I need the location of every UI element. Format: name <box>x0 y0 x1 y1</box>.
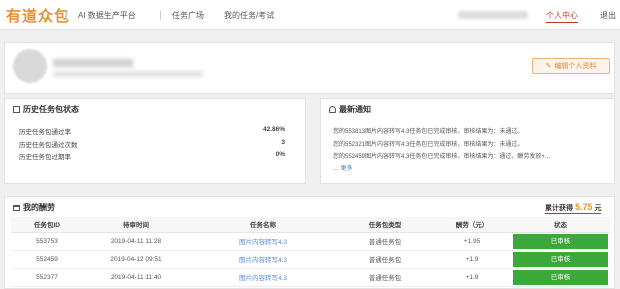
nav-link-task-square[interactable]: 任务广场 <box>172 10 204 21</box>
status-badge: 已审核 <box>513 233 608 249</box>
top-navigation-bar: 有道众包 AI 数据生产平台 任务广场 我的任务/考试 个人中心 退出 <box>0 0 620 30</box>
earnings-title: 我的酬劳 <box>13 202 55 213</box>
history-value: 0% <box>275 151 285 158</box>
nav-link-ai-platform[interactable]: AI 数据生产平台 <box>78 10 136 21</box>
column-header: 任务包ID <box>11 217 83 233</box>
pay-cell: +1.95 <box>433 232 511 251</box>
status-badge: 已审核 <box>513 251 608 267</box>
task-type-cell: 普通任务包 <box>337 268 433 287</box>
notification-item[interactable]: 您的552459图片内容转写4.3任务包已完成审核，审核结果为：通过，酬劳发放+… <box>333 151 605 160</box>
notifications-title: 最新通知 <box>329 104 371 115</box>
history-label: 历史任务包通过率 <box>19 129 71 136</box>
task-id-cell: 552459 <box>11 250 83 269</box>
notification-footer: … 更多 <box>333 163 605 172</box>
status-cell: 已审核 <box>511 232 610 251</box>
notification-item[interactable]: 您的552321图片内容转写4.3任务包已完成审核，审核结果为：未通过。 <box>333 139 605 148</box>
history-row: 历史任务包过期率 0% <box>19 151 285 161</box>
avatar <box>13 49 47 83</box>
task-id-cell: 552377 <box>11 268 83 287</box>
time-cell: 2019-04-12 09:51 <box>83 250 189 269</box>
status-cell: 已审核 <box>511 268 610 287</box>
site-logo[interactable]: 有道众包 <box>6 5 70 26</box>
task-name-link[interactable]: 图片内容转写4.3 <box>189 250 337 269</box>
column-header: 任务包类型 <box>337 217 433 233</box>
ellipsis: … <box>333 166 339 172</box>
history-label: 历史任务包过期率 <box>19 154 71 161</box>
nav-link-user-center[interactable]: 个人中心 <box>546 10 578 23</box>
history-status-panel: 历史任务包状态 历史任务包通过率 42.86% 历史任务包通过次数 3 历史任务… <box>4 98 306 184</box>
time-cell: 2019-04-11 11:40 <box>83 268 189 287</box>
total-earnings-unit: 元 <box>594 205 602 212</box>
username-redacted <box>458 11 528 19</box>
task-name-link[interactable]: 图片内容转写4.3 <box>189 268 337 287</box>
column-header: 任务名称 <box>189 217 337 233</box>
pay-cell: +1.9 <box>433 268 511 287</box>
earnings-panel: 我的酬劳 累计获得 5.75 元 任务包ID 待审时间 任务名称 任务包类型 酬… <box>4 196 615 289</box>
table-row: 553753 2019-04-11 11:28 图片内容转写4.3 普通任务包 … <box>11 232 610 251</box>
logout-link[interactable]: 退出 <box>600 10 616 21</box>
column-header: 待审时间 <box>83 217 189 233</box>
pay-cell: +1.9 <box>433 250 511 269</box>
nav-divider <box>66 11 67 20</box>
history-row: 历史任务包通过率 42.86% <box>19 126 285 136</box>
bell-icon <box>329 106 336 113</box>
user-name-redacted <box>53 59 133 67</box>
edit-profile-label: 编辑个人资料 <box>554 63 597 70</box>
total-earnings-label: 累计获得 <box>545 205 573 212</box>
history-status-title: 历史任务包状态 <box>13 104 79 115</box>
document-icon <box>13 106 20 113</box>
edit-icon: ✎ <box>545 63 552 70</box>
edit-profile-button[interactable]: ✎ 编辑个人资料 <box>532 58 610 74</box>
task-type-cell: 普通任务包 <box>337 250 433 269</box>
history-value: 42.86% <box>262 126 285 133</box>
notifications-panel: 最新通知 您的553813图片内容转写4.3任务包已完成审核，审核结果为：未通过… <box>320 98 615 184</box>
earnings-table: 任务包ID 待审时间 任务名称 任务包类型 酬劳（元） 状态 553753 20… <box>11 217 610 287</box>
time-cell: 2019-04-11 11:28 <box>83 232 189 251</box>
nav-link-my-tasks[interactable]: 我的任务/考试 <box>224 10 274 21</box>
package-icon <box>13 204 20 211</box>
table-row: 552459 2019-04-12 09:51 图片内容转写4.3 普通任务包 … <box>11 250 610 269</box>
history-value: 3 <box>281 139 285 146</box>
nav-divider <box>160 11 161 20</box>
total-earnings: 累计获得 5.75 元 <box>545 202 602 214</box>
status-cell: 已审核 <box>511 250 610 269</box>
task-name-link[interactable]: 图片内容转写4.3 <box>189 232 337 251</box>
profile-card: ✎ 编辑个人资料 <box>4 42 615 94</box>
history-label: 历史任务包通过次数 <box>19 142 78 149</box>
column-header: 酬劳（元） <box>433 217 511 233</box>
column-header: 状态 <box>511 217 610 233</box>
task-type-cell: 普通任务包 <box>337 232 433 251</box>
notification-item[interactable]: 您的553813图片内容转写4.3任务包已完成审核，审核结果为：未通过。 <box>333 126 605 135</box>
table-header-row: 任务包ID 待审时间 任务名称 任务包类型 酬劳（元） 状态 <box>11 217 610 233</box>
history-row: 历史任务包通过次数 3 <box>19 139 285 149</box>
more-notifications-link[interactable]: 更多 <box>341 166 353 172</box>
user-info-redacted <box>53 71 203 77</box>
table-row: 552377 2019-04-11 11:40 图片内容转写4.3 普通任务包 … <box>11 268 610 287</box>
total-earnings-value: 5.75 <box>574 202 593 212</box>
status-badge: 已审核 <box>513 269 608 285</box>
task-id-cell: 553753 <box>11 232 83 251</box>
